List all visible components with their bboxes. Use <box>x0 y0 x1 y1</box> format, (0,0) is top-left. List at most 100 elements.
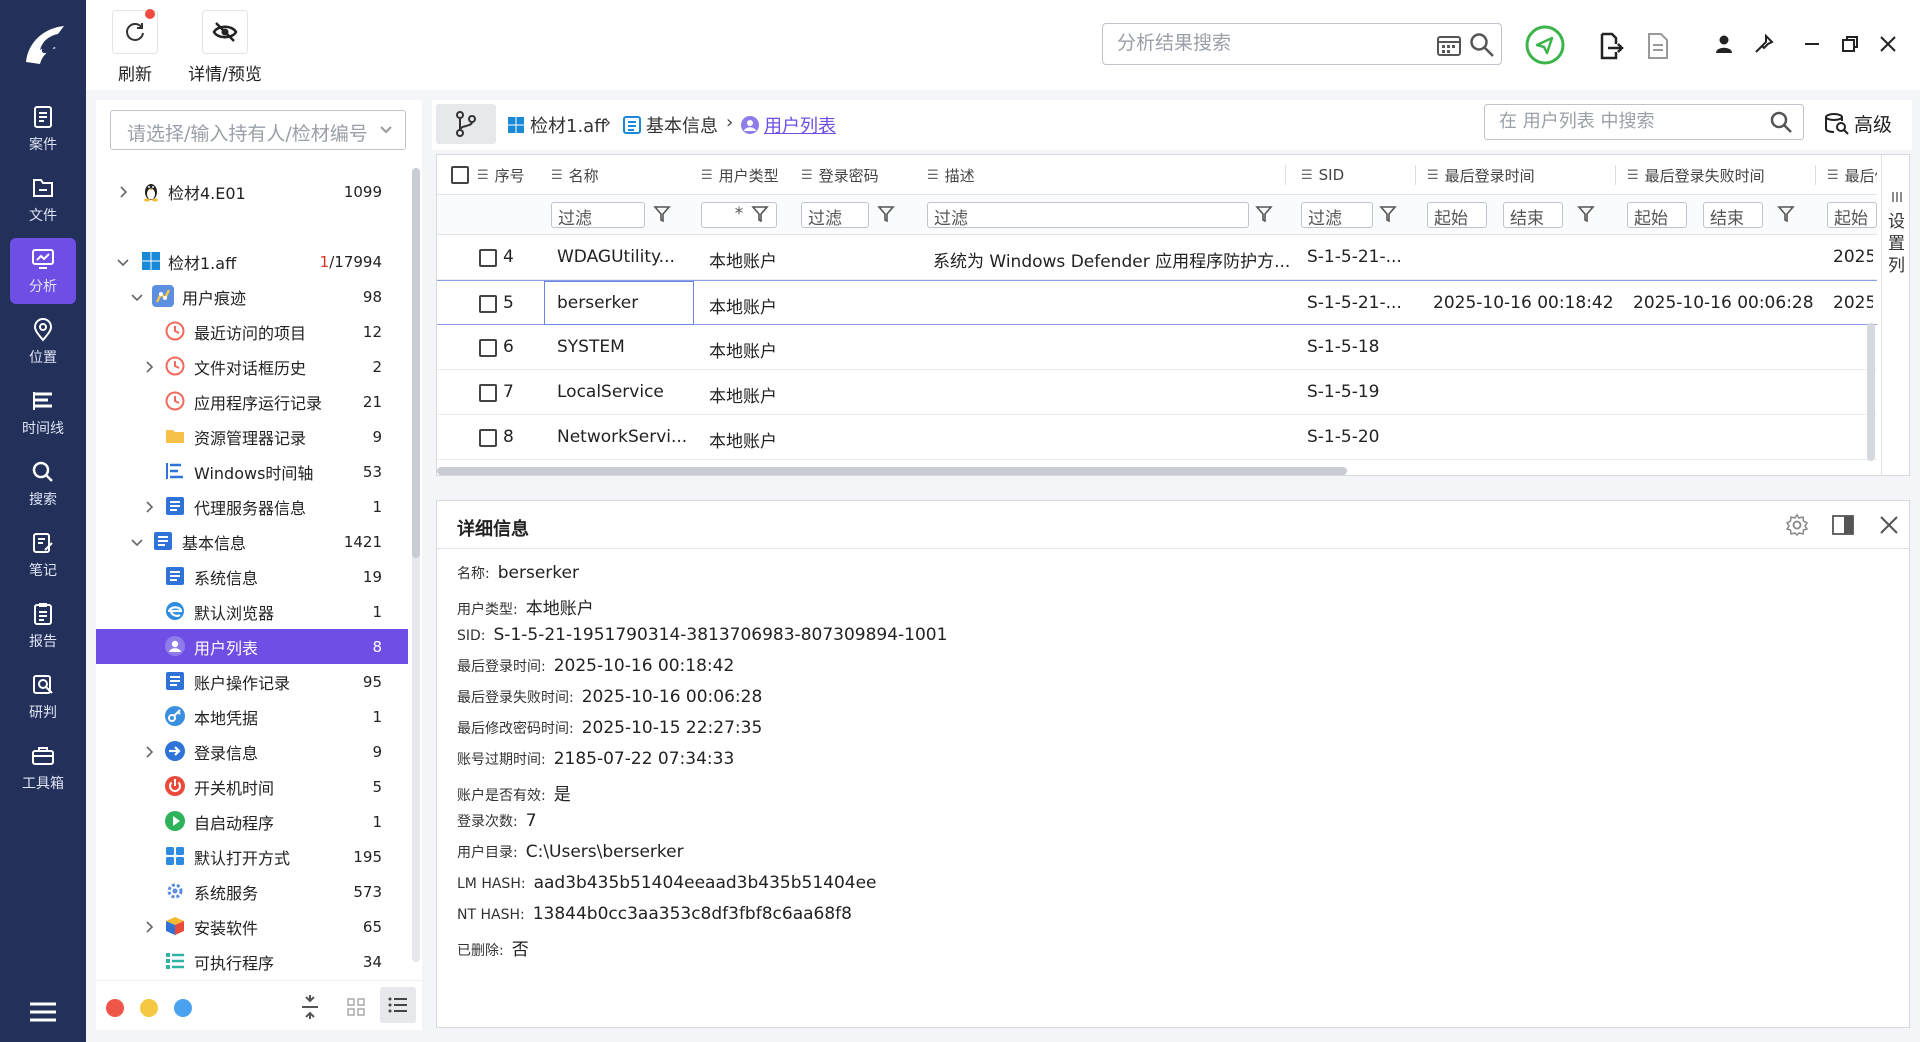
table-horizontal-scrollbar-thumb[interactable] <box>437 467 1347 475</box>
nav-item-files[interactable]: 文件 <box>10 167 76 233</box>
export-button[interactable] <box>1598 32 1624 60</box>
select-all-checkbox[interactable] <box>451 166 469 184</box>
filter-icon[interactable] <box>1255 205 1273 223</box>
tree-item-proxy[interactable]: 代理服务器信息 1 <box>96 489 408 524</box>
table-row[interactable]: 8 NetworkServi... 本地账户 S-1-5-20 <box>437 415 1877 460</box>
column-header-sid[interactable]: ☰ SID <box>1301 155 1344 195</box>
close-button[interactable] <box>1878 34 1898 54</box>
brand-status-button[interactable] <box>1524 24 1566 66</box>
breadcrumb-item-evidence[interactable]: 检材1.aff <box>506 112 607 138</box>
tree-item-evidence-1[interactable]: 检材1.aff 1/17994 <box>96 244 408 279</box>
column-header-name[interactable]: ☰ 名称 <box>551 155 599 195</box>
column-divider[interactable] <box>1285 165 1286 185</box>
filter-icon[interactable] <box>653 205 671 223</box>
tree-item-account-ops[interactable]: 账户操作记录 95 <box>96 664 408 699</box>
preview-button-box[interactable] <box>202 10 248 54</box>
password-filter-input[interactable]: 过滤 <box>801 202 869 228</box>
filter-icon[interactable] <box>877 205 895 223</box>
preview-button[interactable]: 详情/预览 <box>176 10 274 85</box>
column-divider[interactable] <box>1615 165 1616 185</box>
tree-item-app-run[interactable]: 应用程序运行记录 21 <box>96 384 408 419</box>
row-checkbox[interactable] <box>479 339 497 357</box>
tree-item-basic-info[interactable]: 基本信息 1421 <box>96 524 408 559</box>
filter-icon[interactable] <box>751 205 769 223</box>
row-checkbox[interactable] <box>479 384 497 402</box>
nav-item-analysis[interactable]: 分析 <box>10 238 76 304</box>
nav-item-timeline[interactable]: 时间线 <box>10 380 76 446</box>
column-header-last-fail[interactable]: ☰ 最后登录失败时间 <box>1627 155 1765 195</box>
last-fail-start-input[interactable]: 起始 <box>1627 202 1687 228</box>
sid-filter-input[interactable]: 过滤 <box>1301 202 1373 228</box>
tree-item-system-services[interactable]: 系统服务 573 <box>96 874 408 909</box>
tree-item-installed-software[interactable]: 安装软件 65 <box>96 909 408 944</box>
tree-item-autostart[interactable]: 自启动程序 1 <box>96 804 408 839</box>
calendar-icon[interactable] <box>1436 33 1462 57</box>
chevron-right-icon[interactable] <box>142 920 156 934</box>
blue-filter-dot-icon[interactable] <box>174 999 192 1017</box>
branch-view-button[interactable] <box>436 104 496 144</box>
list-search-input[interactable] <box>1499 111 1759 132</box>
column-header-last-login[interactable]: ☰ 最后登录时间 <box>1427 155 1535 195</box>
search-icon[interactable] <box>1769 110 1793 134</box>
gear-icon[interactable] <box>1785 513 1809 537</box>
table-row[interactable]: 7 LocalService 本地账户 S-1-5-19 <box>437 370 1877 415</box>
column-header-description[interactable]: ☰ 描述 <box>927 155 975 195</box>
minimize-button[interactable] <box>1802 34 1822 54</box>
hamburger-menu-icon[interactable] <box>28 1000 58 1024</box>
tree-item-power-times[interactable]: 开关机时间 5 <box>96 769 408 804</box>
row-checkbox[interactable] <box>479 295 497 313</box>
tree-item-file-dialog[interactable]: 文件对话框历史 2 <box>96 349 408 384</box>
column-header-password[interactable]: ☰ 登录密码 <box>801 155 879 195</box>
column-divider[interactable] <box>1815 165 1816 185</box>
table-row[interactable]: 4 WDAGUtility... 本地账户 系统为 Windows Defender … <box>437 235 1877 280</box>
advanced-search-button[interactable]: 高级 <box>1824 110 1892 137</box>
nav-item-toolbox[interactable]: 工具箱 <box>10 735 76 801</box>
evidence-selector[interactable]: 请选择/输入持有人/检材编号 <box>110 110 406 150</box>
column-header-user-type[interactable]: ☰ 用户类型 <box>701 155 779 195</box>
red-filter-dot-icon[interactable] <box>106 999 124 1017</box>
tree-item-login-info[interactable]: 登录信息 9 <box>96 734 408 769</box>
row-checkbox[interactable] <box>479 429 497 447</box>
name-filter-input[interactable]: 过滤 <box>551 202 645 228</box>
tree-item-user-trace[interactable]: 用户痕迹 98 <box>96 279 408 314</box>
tree-item-default-open[interactable]: 默认打开方式 195 <box>96 839 408 874</box>
pin-button[interactable] <box>1754 34 1774 54</box>
chevron-down-icon[interactable] <box>116 255 130 269</box>
description-filter-input[interactable]: 过滤 <box>927 202 1249 228</box>
tree-item-executables[interactable]: 可执行程序 34 <box>96 944 408 979</box>
list-view-button[interactable] <box>380 987 416 1023</box>
last-login-end-input[interactable]: 结束 <box>1503 202 1563 228</box>
tree-item-user-list[interactable]: 用户列表 8 <box>96 629 408 664</box>
tree-item-system-info[interactable]: 系统信息 19 <box>96 559 408 594</box>
chevron-down-icon[interactable] <box>130 290 144 304</box>
tree-scrollbar[interactable] <box>412 168 420 962</box>
search-icon[interactable] <box>1469 32 1495 58</box>
tree-scrollbar-thumb[interactable] <box>412 168 420 558</box>
chevron-right-icon[interactable] <box>142 360 156 374</box>
filter-icon[interactable] <box>1777 205 1795 223</box>
nav-item-case[interactable]: 案件 <box>10 96 76 162</box>
last-fail-end-input[interactable]: 结束 <box>1703 202 1763 228</box>
tree-item-explorer[interactable]: 资源管理器记录 9 <box>96 419 408 454</box>
column-header-index[interactable]: ☰ 序号 <box>477 155 525 195</box>
nav-item-notes[interactable]: 笔记 <box>10 522 76 588</box>
chevron-down-icon[interactable] <box>130 535 144 549</box>
split-panel-icon[interactable] <box>1831 513 1855 537</box>
result-search-input[interactable] <box>1117 32 1417 54</box>
nav-item-judge[interactable]: 研判 <box>10 664 76 730</box>
column-header-last-modified[interactable]: ☰ 最后修 <box>1827 155 1877 195</box>
grid-view-icon[interactable] <box>346 997 366 1017</box>
tree-item-default-browser[interactable]: 默认浏览器 1 <box>96 594 408 629</box>
breadcrumb-item-user-list[interactable]: 用户列表 <box>740 112 836 138</box>
filter-icon[interactable] <box>1577 205 1595 223</box>
chevron-right-icon[interactable] <box>142 745 156 759</box>
filter-icon[interactable] <box>1379 205 1397 223</box>
chevron-right-icon[interactable] <box>142 500 156 514</box>
table-row[interactable]: 5 berserker 本地账户 S-1-5-21-... 2025-10-16 00:… <box>437 280 1877 325</box>
column-divider[interactable] <box>1415 165 1416 185</box>
report-doc-button[interactable] <box>1646 32 1670 60</box>
tree-item-local-credentials[interactable]: 本地凭据 1 <box>96 699 408 734</box>
nav-item-location[interactable]: 位置 <box>10 309 76 375</box>
tree-item-evidence-4[interactable]: 检材4.E01 1099 <box>96 174 408 209</box>
table-horizontal-scrollbar[interactable] <box>437 465 1877 475</box>
